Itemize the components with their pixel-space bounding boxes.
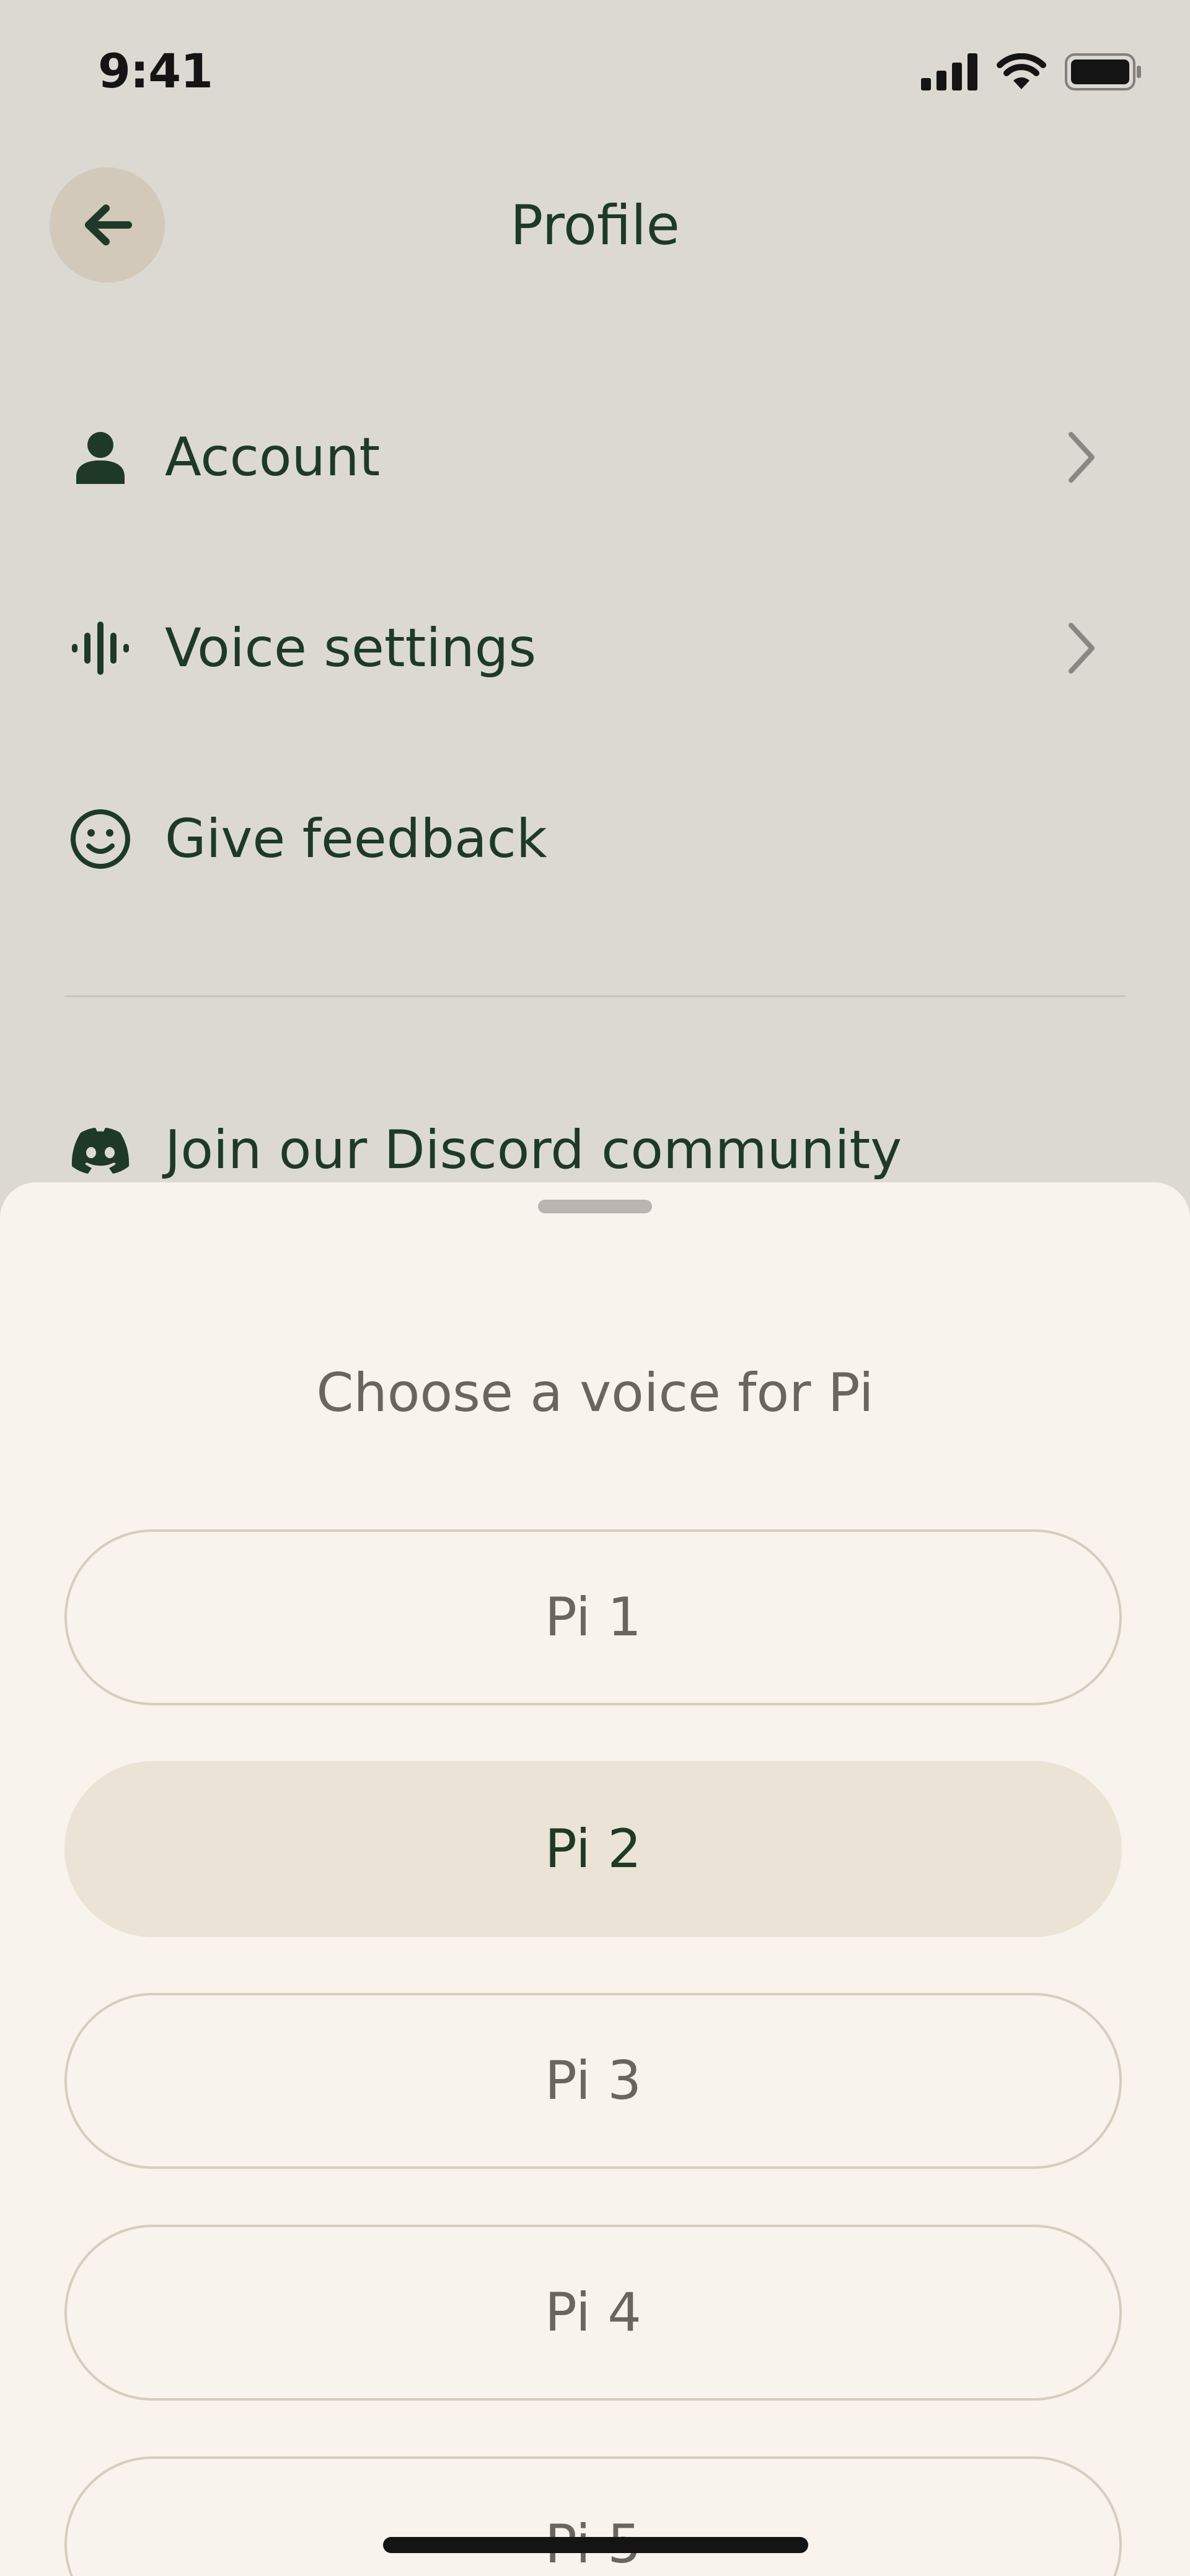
menu-label-account: Account	[165, 426, 381, 488]
status-bar: 9:41	[0, 0, 1190, 149]
voice-option-pi-1[interactable]: Pi 1	[64, 1529, 1122, 1705]
menu-item-voice-settings[interactable]: Voice settings	[0, 586, 1190, 710]
header: Profile	[0, 149, 1190, 297]
voice-option-label: Pi 4	[545, 2282, 641, 2344]
voice-option-pi-4[interactable]: Pi 4	[64, 2225, 1122, 2401]
divider	[64, 995, 1126, 997]
home-indicator[interactable]	[383, 2537, 808, 2553]
menu-label-voice-settings: Voice settings	[165, 617, 537, 679]
voice-option-label: Pi 3	[545, 2050, 641, 2112]
smiley-icon	[68, 807, 133, 871]
voice-option-label: Pi 1	[545, 1586, 641, 1648]
voice-option-pi-5[interactable]: Pi 5	[64, 2456, 1122, 2576]
page-title: Profile	[510, 193, 680, 257]
waveform-icon	[68, 616, 133, 680]
wifi-icon	[997, 53, 1046, 89]
status-icons	[921, 53, 1142, 90]
signal-icon	[921, 53, 977, 90]
chevron-right-icon	[1060, 617, 1103, 679]
person-icon	[68, 425, 133, 490]
voice-option-pi-3[interactable]: Pi 3	[64, 1993, 1122, 2169]
menu-label-discord: Join our Discord community	[165, 1119, 902, 1181]
battery-icon	[1065, 53, 1141, 90]
sheet-drag-handle[interactable]	[538, 1200, 652, 1213]
voice-option-pi-2[interactable]: Pi 2	[64, 1761, 1122, 1937]
menu-item-account[interactable]: Account	[0, 395, 1190, 519]
chevron-right-icon	[1060, 426, 1103, 488]
menu-item-give-feedback[interactable]: Give feedback	[0, 777, 1190, 901]
discord-icon	[68, 1118, 133, 1182]
voice-picker-sheet: Choose a voice for Pi Pi 1 Pi 2 Pi 3 Pi …	[0, 1182, 1190, 2576]
menu-label-give-feedback: Give feedback	[165, 808, 547, 870]
status-time: 9:41	[98, 43, 213, 99]
sheet-title: Choose a voice for Pi	[316, 1362, 874, 1424]
voice-option-label: Pi 2	[545, 1818, 641, 1880]
